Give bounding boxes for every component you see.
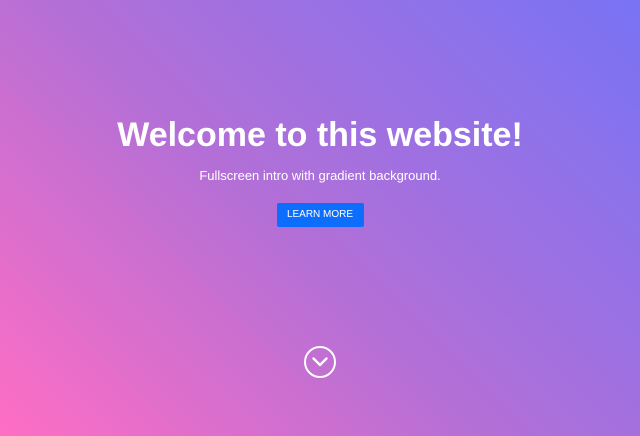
hero-section: Welcome to this website! Fullscreen intr… xyxy=(0,0,640,436)
chevron-down-circle-icon xyxy=(304,346,336,378)
hero-subtitle: Fullscreen intro with gradient backgroun… xyxy=(199,168,441,183)
hero-title: Welcome to this website! xyxy=(117,116,523,154)
scroll-down-button[interactable] xyxy=(303,345,337,379)
learn-more-button[interactable]: LEARN MORE xyxy=(276,203,364,227)
hero-content: Welcome to this website! Fullscreen intr… xyxy=(0,114,640,227)
